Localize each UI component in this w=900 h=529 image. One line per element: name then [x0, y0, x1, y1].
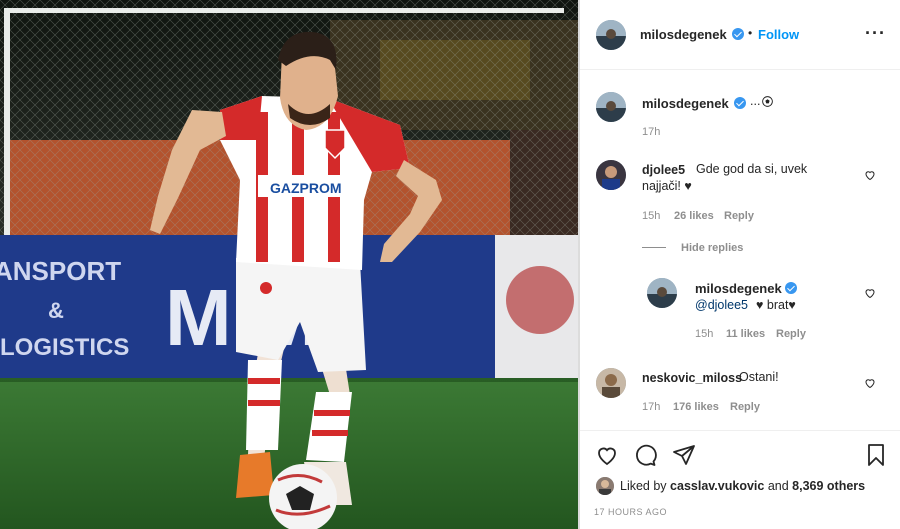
- liked-by-and: and: [767, 479, 789, 493]
- comment-bubble-icon[interactable]: [632, 443, 658, 467]
- reply-mention[interactable]: @djolee5: [695, 297, 748, 314]
- liked-by-avatar[interactable]: [596, 477, 614, 495]
- post-panel: milosdegenek • Follow ··· milosdegenek .…: [580, 0, 900, 529]
- football: [269, 464, 337, 529]
- comment-username[interactable]: neskovic_miloss: [642, 371, 742, 385]
- post-header: milosdegenek • Follow ···: [580, 0, 900, 70]
- banner-text-3: LOGISTICS: [0, 334, 129, 361]
- football-emoji-icon: [762, 96, 773, 107]
- comment-text: Ostani!: [739, 370, 779, 384]
- share-send-icon[interactable]: [672, 443, 696, 467]
- reply-reply-button[interactable]: Reply: [776, 328, 806, 340]
- hide-replies-line: [642, 247, 666, 248]
- reply-like-heart-icon[interactable]: [864, 287, 876, 299]
- comment-time: 17h: [642, 401, 661, 413]
- comment-like-heart-icon[interactable]: [864, 169, 876, 181]
- caption-text: ...: [750, 94, 761, 108]
- jersey-sponsor: GAZPROM: [270, 180, 342, 196]
- reply-username[interactable]: milosdegenek: [695, 281, 782, 296]
- comment-avatar-neskovic[interactable]: [596, 368, 626, 398]
- liked-by-count[interactable]: 8,369 others: [792, 479, 865, 493]
- hide-replies-button[interactable]: Hide replies: [681, 242, 743, 254]
- caption-time: 17h: [642, 126, 661, 138]
- post-timestamp[interactable]: 17 HOURS AGO: [594, 507, 667, 517]
- comment-like-heart-icon[interactable]: [864, 377, 876, 389]
- post-photo[interactable]: ANSPORT & LOGISTICS M M: [0, 0, 578, 529]
- reply-time: 15h: [695, 328, 714, 340]
- banner-text-2: &: [48, 298, 64, 323]
- liked-by-user[interactable]: casslav.vukovic: [670, 479, 764, 493]
- comment-avatar-djolee5[interactable]: [596, 160, 626, 190]
- caption-username[interactable]: milosdegenek: [642, 96, 729, 111]
- reply-avatar[interactable]: [647, 278, 677, 308]
- author-username[interactable]: milosdegenek: [640, 27, 727, 42]
- reply-likes[interactable]: 11 likes: [726, 328, 765, 340]
- comment-time: 15h: [642, 210, 661, 222]
- comment-likes[interactable]: 176 likes: [673, 401, 719, 413]
- banner-text-1: ANSPORT: [0, 256, 121, 286]
- post-image: ANSPORT & LOGISTICS M M: [0, 0, 578, 529]
- caption-verified-icon: [734, 97, 746, 109]
- liked-by-text: Liked by casslav.vukovic and 8,369 other…: [620, 479, 865, 493]
- reply-text: ♥ brat♥: [756, 298, 796, 312]
- comment-likes[interactable]: 26 likes: [674, 210, 714, 222]
- like-heart-icon[interactable]: [594, 443, 620, 467]
- comment-reply-button[interactable]: Reply: [724, 210, 754, 222]
- author-avatar[interactable]: [596, 20, 626, 50]
- caption-avatar[interactable]: [596, 92, 626, 122]
- comment-reply-button[interactable]: Reply: [730, 401, 760, 413]
- more-options-icon[interactable]: ···: [865, 24, 886, 42]
- separator-dot: •: [748, 26, 753, 40]
- verified-badge-icon: [732, 28, 744, 40]
- comment-text: Gde god da si, uvek najjači! ♥: [642, 162, 808, 193]
- follow-button[interactable]: Follow: [758, 27, 799, 42]
- liked-by-prefix: Liked by: [620, 479, 667, 493]
- post-actions: Liked by casslav.vukovic and 8,369 other…: [580, 430, 900, 529]
- save-bookmark-icon[interactable]: [864, 443, 888, 467]
- reply-verified-icon: [785, 282, 797, 294]
